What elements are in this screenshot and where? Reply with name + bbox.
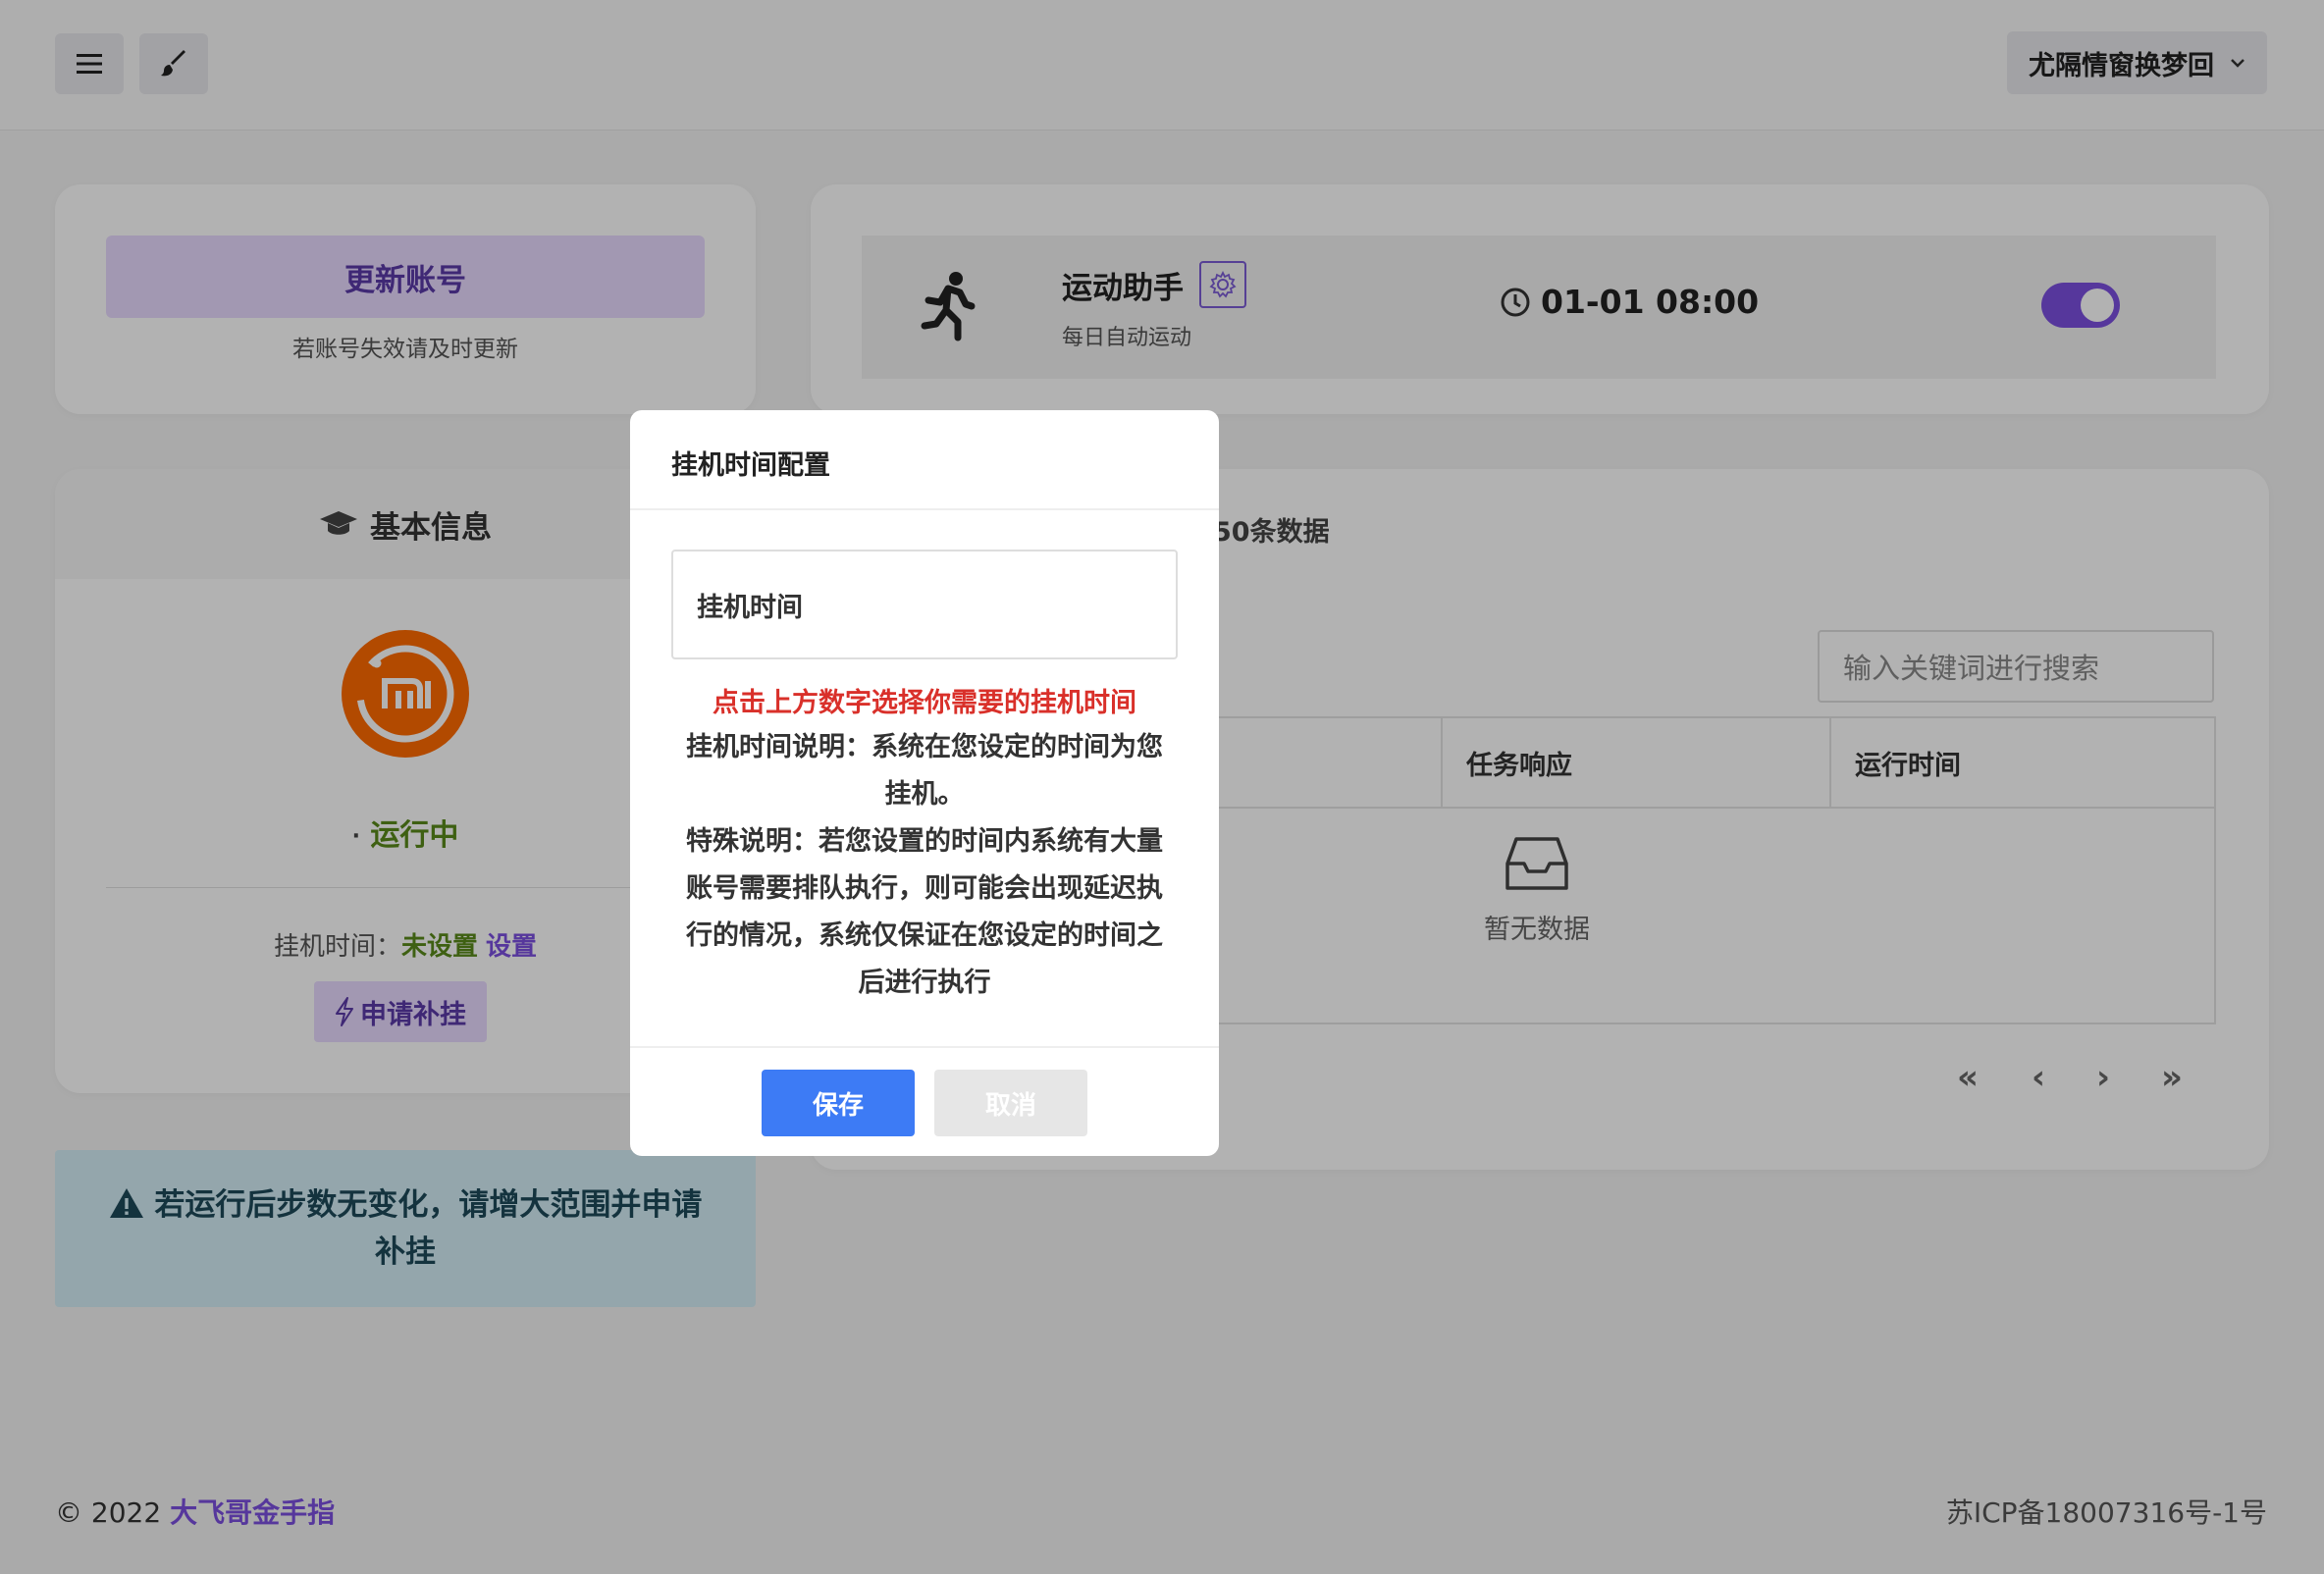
hang-time-input[interactable]: 挂机时间 xyxy=(671,550,1178,659)
save-button[interactable]: 保存 xyxy=(762,1070,915,1136)
modal-desc-2: 特殊说明：若您设置的时间内系统有大量账号需要排队执行，则可能会出现延迟执行的情况… xyxy=(686,826,1163,998)
hang-time-config-modal: 挂机时间配置 挂机时间 点击上方数字选择你需要的挂机时间 挂机时间说明：系统在您… xyxy=(630,410,1219,1156)
modal-desc-1: 挂机时间说明：系统在您设定的时间为您挂机。 xyxy=(686,732,1163,810)
modal-tip: 点击上方数字选择你需要的挂机时间 xyxy=(713,688,1136,718)
modal-divider xyxy=(630,508,1219,510)
modal-description: 挂机时间说明：系统在您设定的时间为您挂机。 特殊说明：若您设置的时间内系统有大量… xyxy=(675,724,1174,1007)
modal-footer-divider xyxy=(630,1046,1219,1048)
modal-title: 挂机时间配置 xyxy=(671,450,830,481)
cancel-button[interactable]: 取消 xyxy=(934,1070,1087,1136)
